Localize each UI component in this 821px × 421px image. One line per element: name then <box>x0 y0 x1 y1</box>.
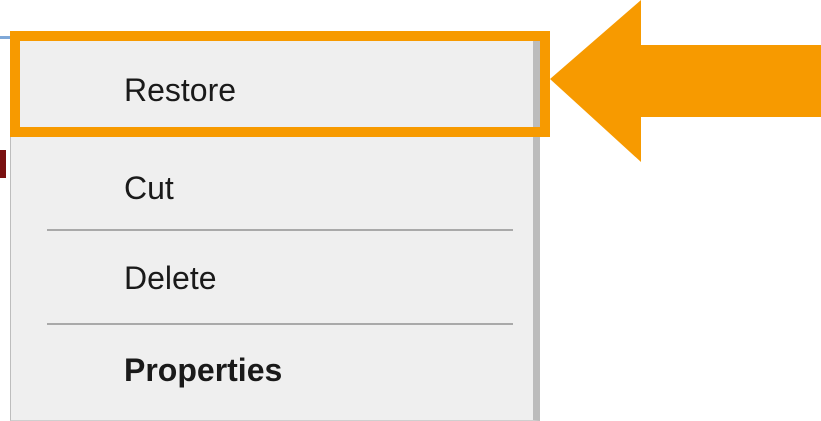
window-edge <box>0 36 10 39</box>
menu-item-delete[interactable]: Delete <box>11 258 533 298</box>
menu-separator <box>47 323 513 325</box>
menu-item-label: Restore <box>124 72 237 108</box>
arrow-left-icon <box>550 0 821 162</box>
menu-item-label: Delete <box>124 260 217 296</box>
menu-separator <box>47 229 513 231</box>
context-menu: Restore Cut Delete Properties <box>10 36 540 421</box>
menu-item-properties[interactable]: Properties <box>11 350 533 390</box>
menu-item-label: Properties <box>124 352 283 388</box>
menu-item-label: Cut <box>124 170 174 206</box>
menu-item-cut[interactable]: Cut <box>11 168 533 208</box>
menu-item-restore[interactable]: Restore <box>11 70 533 110</box>
window-edge-accent <box>0 150 6 178</box>
